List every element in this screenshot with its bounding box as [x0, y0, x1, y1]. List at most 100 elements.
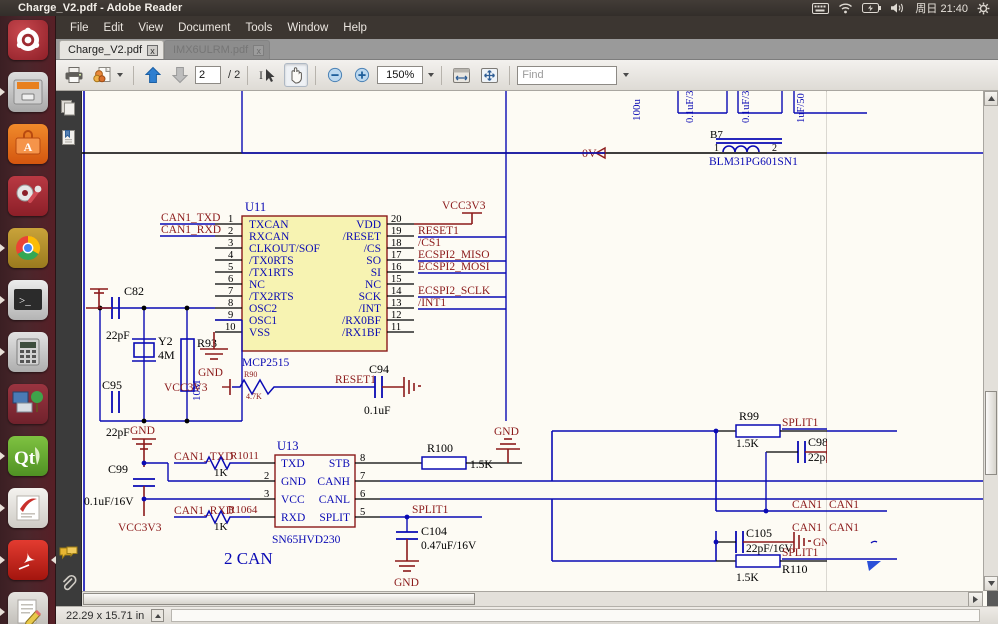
software-center-icon: A — [8, 124, 48, 164]
launcher-item-files[interactable] — [0, 66, 56, 118]
scroll-up-button[interactable] — [984, 91, 998, 106]
comp-value-r1064: 1K — [214, 521, 228, 533]
zoom-dropdown-icon[interactable] — [428, 73, 435, 77]
clock[interactable]: 周日 21:40 — [915, 0, 968, 16]
toolbar-separator — [315, 65, 317, 85]
launcher-item-qt-creator[interactable]: Qt — [0, 430, 56, 482]
comp-value-c95: 22pF — [106, 427, 130, 439]
text-select-tool-button[interactable]: I — [255, 63, 281, 87]
u11-pin-num-7: 7 — [228, 286, 233, 297]
u11-pin-num-17: 17 — [391, 250, 402, 261]
system-tray: 周日 21:40 — [812, 0, 998, 16]
u11-pin-name-16: SI — [371, 267, 381, 279]
bead-part: BLM31PG601SN1 — [709, 156, 798, 168]
comp-r100-body — [421, 456, 467, 470]
hand-tool-button[interactable] — [284, 63, 309, 87]
launcher-item-evince[interactable] — [0, 482, 56, 534]
tab-close-icon[interactable]: x — [253, 44, 265, 56]
net-label-gnd-r100: GND — [494, 426, 519, 438]
scroll-down-button[interactable] — [984, 576, 998, 591]
next-page-button[interactable] — [168, 63, 192, 87]
reader-body: 100u 0.1uF/3 0.1uF/3 1uF/50 B7 1 2 BLM31… — [56, 91, 998, 606]
u11-pin-name-15: NC — [365, 279, 381, 291]
chrome-icon — [8, 228, 48, 268]
document-viewport[interactable]: 100u 0.1uF/3 0.1uF/3 1uF/50 B7 1 2 BLM31… — [82, 91, 998, 606]
menu-file[interactable]: File — [63, 19, 96, 37]
net-label-can1-txd-u13: CAN1_TXD — [174, 451, 233, 463]
net-label-gnd-c104: GND — [394, 577, 419, 589]
launcher-item-calculator[interactable] — [0, 326, 56, 378]
net-label-vcc3v3-u13: VCC3V3 — [118, 522, 162, 534]
pages-panel-icon[interactable] — [60, 99, 77, 121]
comp-value-r110: 1.5K — [736, 572, 759, 584]
comp-refdes-c82: C82 — [124, 284, 144, 298]
text-editor-icon — [8, 592, 48, 624]
net-label-split1-u13: SPLIT1 — [412, 504, 449, 516]
horizontal-scrollbar[interactable] — [82, 591, 983, 606]
calculator-icon — [8, 332, 48, 372]
menu-help[interactable]: Help — [336, 19, 374, 37]
ubuntu-dash-icon — [8, 20, 48, 60]
net-label-can1-rxd: CAN1_RXD — [161, 224, 221, 236]
vertical-scrollbar[interactable] — [983, 91, 998, 591]
menu-edit[interactable]: Edit — [97, 19, 131, 37]
net-label-split1-r99: SPLIT1 — [782, 417, 819, 429]
status-expand-button[interactable] — [151, 609, 165, 622]
fit-width-button[interactable] — [449, 63, 474, 87]
menu-tools[interactable]: Tools — [239, 19, 280, 37]
launcher-item-text-editor[interactable] — [0, 586, 56, 624]
volume-icon[interactable] — [890, 2, 906, 14]
u13-pin-name-8: STB — [329, 458, 350, 470]
launcher-item-terminal[interactable]: >_ — [0, 274, 56, 326]
page-number-input[interactable]: 2 — [195, 66, 221, 84]
horizontal-scroll-thumb[interactable] — [83, 593, 475, 605]
u11-pin-num-2: 2 — [228, 226, 233, 237]
zoom-out-button[interactable] — [323, 63, 347, 87]
bookmarks-panel-icon[interactable] — [60, 129, 77, 151]
comp-refdes-r110: R110 — [782, 562, 808, 576]
battery-icon[interactable] — [862, 3, 882, 13]
comments-panel-icon[interactable] — [59, 546, 78, 566]
net-label-can1-right-b: CAN1 — [792, 522, 822, 534]
print-button[interactable] — [61, 63, 87, 87]
u11-pin-name-3: CLKOUT/SOF — [249, 243, 320, 255]
wifi-icon[interactable] — [838, 2, 853, 14]
launcher-item-chrome[interactable] — [0, 222, 56, 274]
u11-pin-num-10: 10 — [225, 322, 236, 333]
launcher-item-adobe-reader[interactable] — [0, 534, 56, 586]
launcher-item-software-center[interactable]: A — [0, 118, 56, 170]
tab-imx6ulrm[interactable]: IMX6ULRM.pdf x — [164, 40, 271, 59]
u11-refdes: U11 — [245, 200, 266, 214]
u11-pin-name-13: /INT — [359, 303, 381, 315]
window-title: Charge_V2.pdf - Adobe Reader — [18, 2, 183, 14]
comp-value-c82: 22pF — [106, 330, 130, 342]
menu-document[interactable]: Document — [171, 19, 237, 37]
scroll-right-button[interactable] — [968, 592, 983, 606]
find-dropdown-icon[interactable] — [623, 73, 630, 77]
keyboard-icon[interactable] — [812, 2, 830, 14]
zoom-level-input[interactable]: 150% — [377, 66, 424, 84]
launcher-item-remmina[interactable] — [0, 378, 56, 430]
tab-charge-v2[interactable]: Charge_V2.pdf x — [59, 40, 164, 59]
running-indicator-left — [0, 504, 5, 512]
zoom-in-button[interactable] — [350, 63, 374, 87]
u11-pin-name-4: /TX0RTS — [249, 255, 294, 267]
previous-page-button[interactable] — [141, 63, 165, 87]
tab-close-icon[interactable]: x — [147, 44, 158, 56]
email-share-button[interactable] — [90, 63, 126, 87]
gear-icon[interactable] — [977, 2, 990, 15]
u11-pin-name-20: VDD — [356, 219, 381, 231]
vertical-scroll-thumb[interactable] — [985, 391, 997, 475]
comp-refdes-y2: Y2 — [158, 334, 173, 348]
u11-pin-name-2: RXCAN — [249, 231, 290, 243]
attachments-panel-icon[interactable] — [60, 574, 77, 596]
u11-pin-name-7: /TX2RTS — [249, 291, 294, 303]
menu-window[interactable]: Window — [280, 19, 335, 37]
launcher-item-ubuntu-dash[interactable] — [0, 14, 56, 66]
fit-page-button[interactable] — [477, 63, 502, 87]
u11-pin-num-4: 4 — [228, 250, 234, 261]
launcher-item-system-settings[interactable] — [0, 170, 56, 222]
junction-dot — [141, 496, 147, 502]
find-input[interactable]: Find — [517, 65, 618, 85]
menu-view[interactable]: View — [131, 19, 170, 37]
